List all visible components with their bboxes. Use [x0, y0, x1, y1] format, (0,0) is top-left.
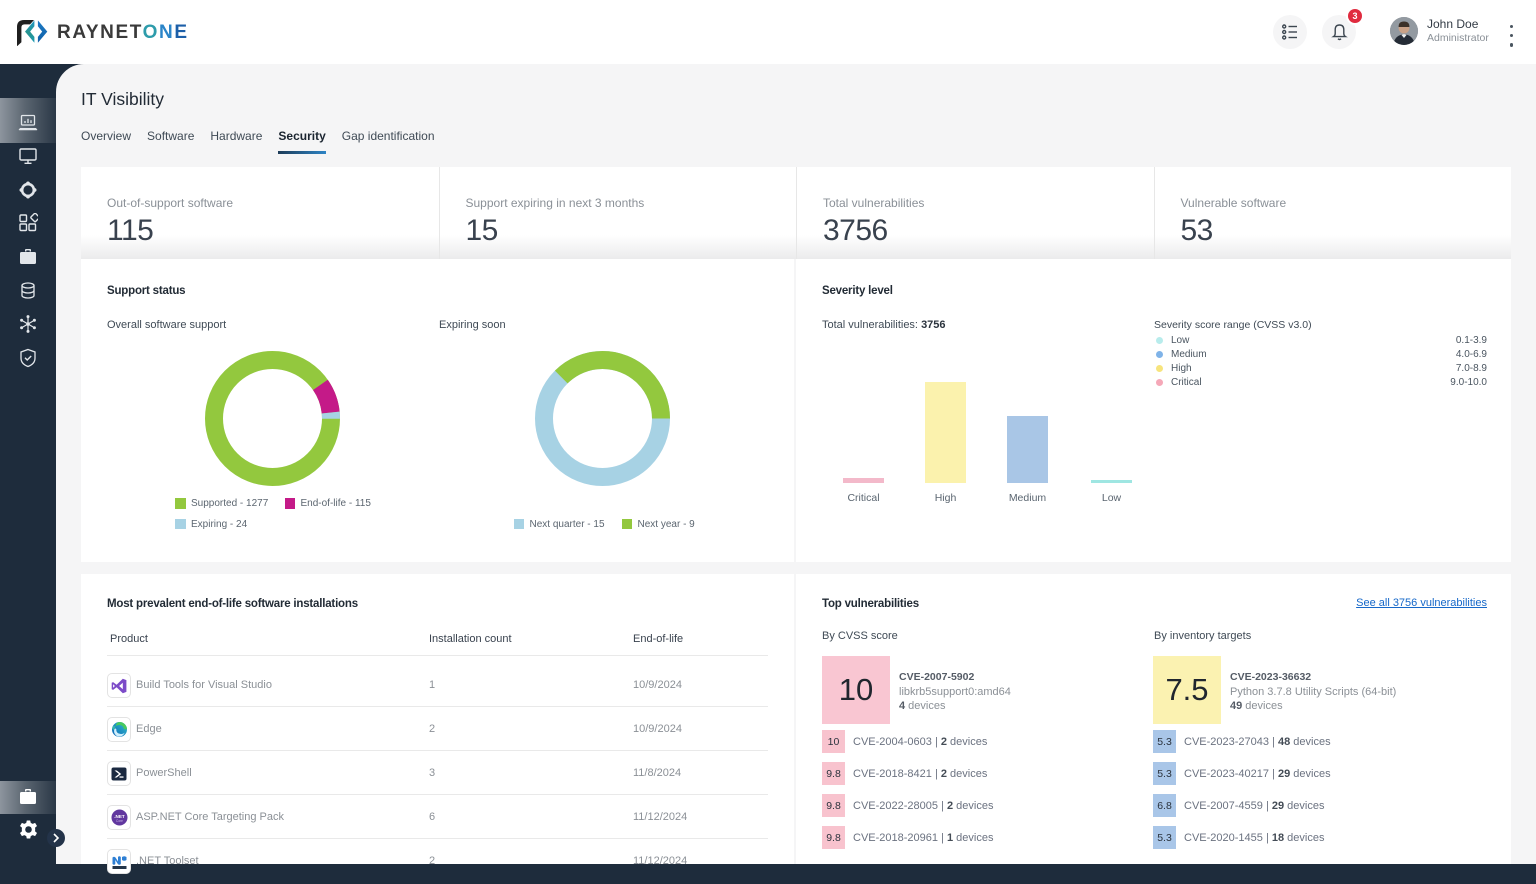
svg-text:Core: Core: [116, 819, 123, 823]
